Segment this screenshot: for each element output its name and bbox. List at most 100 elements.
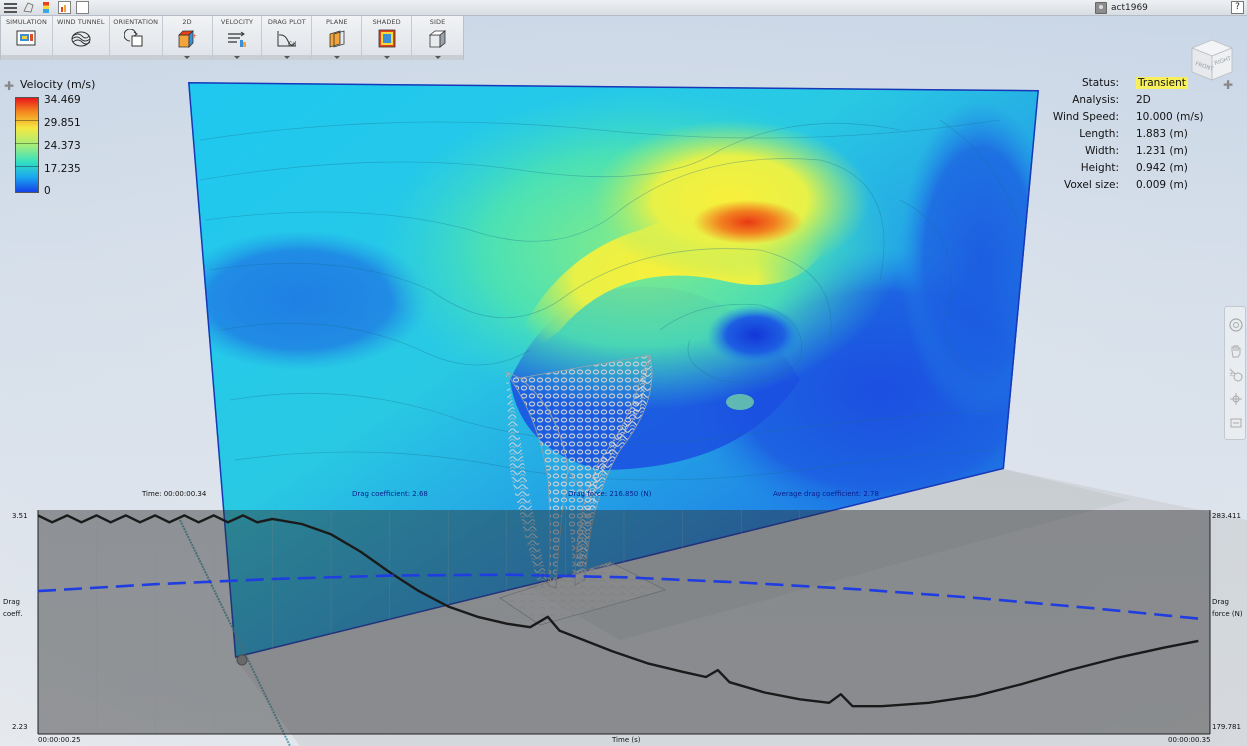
ribbon-label: PLANE — [325, 18, 348, 26]
ribbon-label: VELOCITY — [220, 18, 254, 26]
simulation-status-panel: Status: Transient Analysis: 2D Wind Spee… — [1040, 77, 1240, 196]
width-value: 1.231 (m) — [1136, 145, 1188, 157]
ribbon-label: WIND TUNNEL — [57, 18, 105, 26]
analysis-label: Analysis: — [1072, 94, 1119, 106]
svg-text:+: + — [192, 33, 197, 40]
navigation-bar: ± — [1224, 306, 1246, 440]
legend-value: 17.235 — [44, 163, 81, 175]
user-avatar — [1095, 2, 1107, 14]
voxel-size-row: Voxel size: 0.009 (m) — [1040, 179, 1240, 196]
ribbon-label: SHADED — [372, 18, 401, 26]
y-right-min-label: 179.781 — [1212, 723, 1241, 731]
length-row: Length: 1.883 (m) — [1040, 128, 1240, 145]
velocity-button[interactable]: VELOCITY — [212, 16, 263, 60]
plane-icon — [329, 30, 345, 48]
shaded-icon — [378, 29, 396, 48]
menu-icon[interactable] — [4, 1, 17, 14]
legend-value: 24.373 — [44, 140, 81, 152]
svg-text:Cd: Cd — [288, 41, 296, 48]
steering-wheel-icon[interactable] — [1228, 317, 1244, 333]
status-label: Status: — [1082, 77, 1119, 89]
chart-panel-icon[interactable] — [58, 1, 71, 14]
length-label: Length: — [1079, 128, 1119, 140]
orbit-icon[interactable] — [1228, 391, 1244, 407]
dropdown-arrow-icon[interactable] — [283, 56, 290, 59]
zoom-icon[interactable]: ± — [1228, 367, 1244, 383]
analysis-value: 2D — [1136, 94, 1151, 106]
title-bar: act1969 ? — [0, 0, 1247, 16]
drag-plot-panel: Time: 00:00:00.34 Drag coefficient: 2.68… — [0, 490, 1247, 746]
length-value: 1.883 (m) — [1136, 128, 1188, 140]
simulation-button[interactable]: SIMULATION — [1, 16, 53, 60]
wind-speed-row: Wind Speed: 10.000 (m/s) — [1040, 111, 1240, 128]
legend-color-bar — [15, 97, 39, 193]
x-end-label: 00:00:00.35 — [1168, 736, 1211, 744]
legend-colors-icon[interactable] — [40, 1, 53, 14]
ribbon-label: DRAG PLOT — [267, 18, 306, 26]
user-name: act1969 — [1111, 3, 1148, 13]
dropdown-arrow-icon[interactable] — [233, 56, 240, 59]
wind-speed-value: 10.000 (m/s) — [1136, 111, 1204, 123]
2d-icon: + — [178, 30, 197, 48]
y-right-title-line2: force (N) — [1212, 610, 1243, 618]
x-axis-title: Time (s) — [612, 736, 641, 744]
average-drag-coefficient-label: Average drag coefficient: 2.78 — [773, 490, 879, 498]
dropdown-arrow-icon[interactable] — [434, 56, 441, 59]
wind-tunnel-button[interactable]: WIND TUNNEL — [52, 16, 110, 60]
view-cube[interactable]: FRONT RIGHT — [1186, 34, 1238, 86]
drag-plot-button[interactable]: DRAG PLOT Cd — [262, 16, 313, 60]
height-row: Height: 0.942 (m) — [1040, 162, 1240, 179]
voxel-size-value: 0.009 (m) — [1136, 179, 1188, 191]
y-left-title-line1: Drag — [3, 598, 21, 606]
2d-button[interactable]: 2D + — [162, 16, 213, 60]
legend-value: 29.851 — [44, 117, 81, 129]
legend-value: 0 — [44, 185, 51, 197]
y-left-max-label: 3.51 — [12, 512, 28, 520]
model-icon[interactable] — [22, 1, 35, 14]
orientation-button[interactable]: ORIENTATION — [109, 16, 163, 60]
ribbon-label: SIMULATION — [5, 18, 47, 26]
simulation-icon — [16, 30, 36, 46]
side-button[interactable]: SIDE — [412, 16, 463, 60]
legend-expand-icon[interactable]: ✚ — [4, 79, 14, 93]
plane-button[interactable]: PLANE — [312, 16, 363, 60]
drag-force-label: Drag force: 216.850 (N) — [568, 490, 652, 498]
user-account[interactable]: act1969 — [1095, 1, 1148, 15]
y-left-min-label: 2.23 — [12, 723, 28, 731]
shaded-button[interactable]: SHADED — [362, 16, 413, 60]
wind-speed-label: Wind Speed: — [1052, 111, 1119, 123]
help-button[interactable]: ? — [1231, 1, 1244, 14]
orientation-icon — [123, 29, 143, 47]
legend-value: 34.469 — [44, 94, 81, 106]
ribbon-label: 2D — [182, 18, 192, 26]
y-right-max-label: 283.411 — [1212, 512, 1241, 520]
height-value: 0.942 (m) — [1136, 162, 1188, 174]
window-icon[interactable] — [76, 1, 89, 14]
pan-hand-icon[interactable] — [1228, 343, 1244, 359]
drag-plot-chart[interactable] — [0, 510, 1247, 746]
y-left-title-line2: coeff. — [3, 610, 23, 618]
look-at-icon[interactable] — [1228, 415, 1244, 431]
dropdown-arrow-icon[interactable] — [383, 56, 390, 59]
drag-plot-icon: Cd — [277, 31, 296, 48]
ribbon-toolbar: SIMULATION WIND TUNNEL ORIENTATION 2D + … — [0, 16, 464, 60]
width-label: Width: — [1084, 145, 1119, 157]
dropdown-arrow-icon[interactable] — [184, 56, 191, 59]
height-label: Height: — [1080, 162, 1119, 174]
wind-tunnel-icon — [71, 31, 91, 47]
x-start-label: 00:00:00.25 — [38, 736, 81, 744]
ribbon-label: SIDE — [429, 18, 446, 26]
drag-coefficient-label: Drag coefficient: 2.68 — [352, 490, 428, 498]
y-right-title-line1: Drag — [1212, 598, 1230, 606]
status-value: Transient — [1136, 77, 1188, 89]
dropdown-arrow-icon[interactable] — [333, 56, 340, 59]
svg-text:±: ± — [1229, 371, 1234, 378]
width-row: Width: 1.231 (m) — [1040, 145, 1240, 162]
voxel-size-label: Voxel size: — [1064, 179, 1119, 191]
analysis-row: Analysis: 2D — [1040, 94, 1240, 111]
ribbon-label: ORIENTATION — [113, 18, 159, 26]
velocity-icon — [227, 31, 246, 47]
legend-title: Velocity (m/s) — [20, 78, 96, 91]
side-icon — [428, 30, 446, 48]
time-label: Time: 00:00:00.34 — [142, 490, 207, 498]
